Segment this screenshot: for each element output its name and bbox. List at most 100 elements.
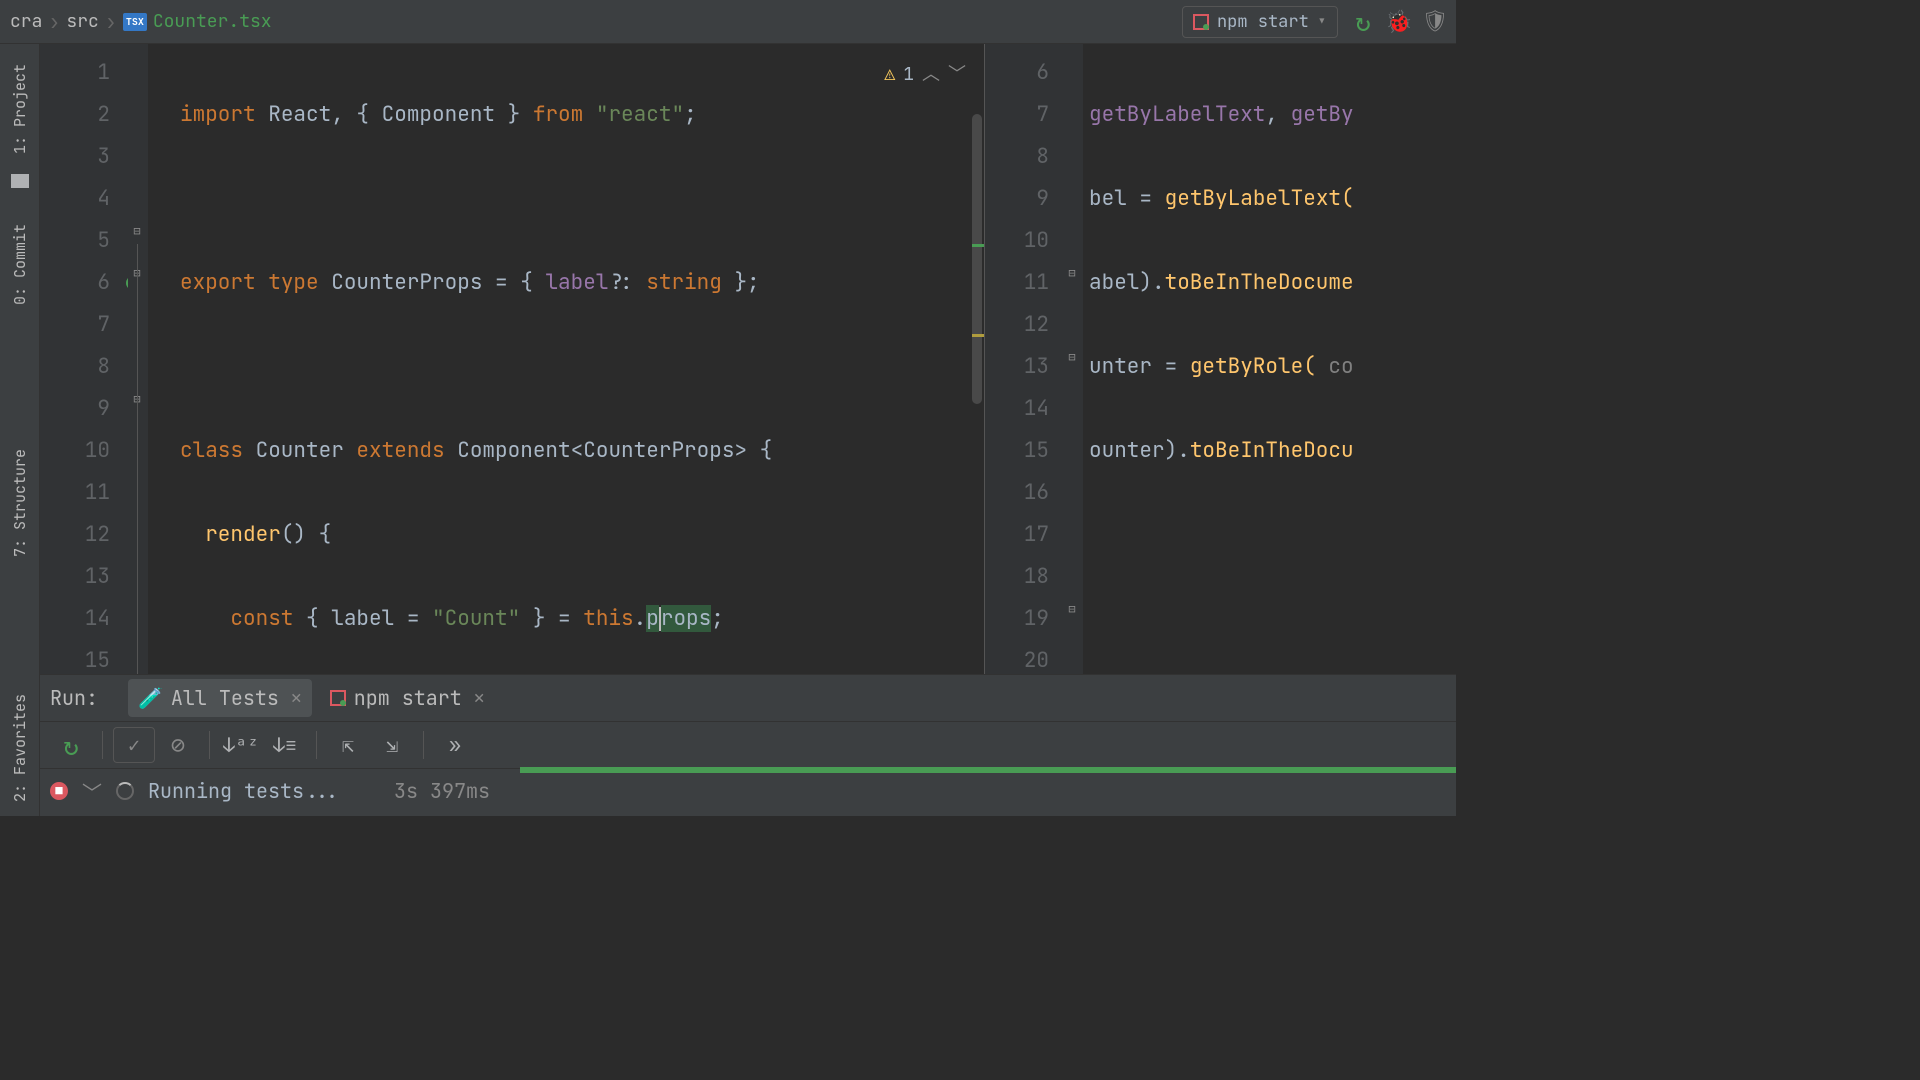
prev-highlight-icon[interactable]: ︿ bbox=[922, 54, 940, 96]
sort-by-duration-button[interactable]: ↓≡ bbox=[264, 727, 306, 763]
line-number[interactable]: 8 bbox=[40, 346, 110, 388]
show-ignored-toggle[interactable]: ⊘ bbox=[157, 727, 199, 763]
stop-button[interactable]: ■ bbox=[50, 782, 68, 800]
test-status-text: Running tests... bbox=[148, 778, 340, 804]
code-line[interactable]: render() { bbox=[180, 514, 984, 556]
chevron-down-icon[interactable]: ﹀ bbox=[82, 777, 102, 806]
fold-toggle-icon[interactable]: ⊟ bbox=[130, 224, 144, 238]
code-line[interactable]: export type CounterProps = { label?: str… bbox=[180, 262, 984, 304]
structure-tab-label: 7: Structure bbox=[10, 449, 30, 557]
line-number-gutter[interactable]: 6 7 8 9 10 11 12 13 14 15 16 17 18 19 20 bbox=[985, 44, 1063, 674]
line-number[interactable]: 11 bbox=[985, 262, 1049, 304]
line-number[interactable]: 3 bbox=[40, 136, 110, 178]
project-tool-tab[interactable]: 1: Project bbox=[10, 54, 30, 164]
warning-count: 1 bbox=[903, 54, 914, 96]
close-icon[interactable]: ✕ bbox=[474, 687, 485, 710]
line-number-gutter[interactable]: 1 2 3 4 5 6↑ 7 8 9 10 11 12 13 14 15 bbox=[40, 44, 128, 674]
code-line[interactable]: bel = getByLabelText( bbox=[1089, 178, 1456, 220]
run-tool-window: Run: 🧪 All Tests ✕ npm start ✕ ↻ ✓ ⊘ ↓ᵃᶻ… bbox=[40, 674, 1456, 816]
code-line[interactable]: class Counter extends Component<CounterP… bbox=[180, 430, 984, 472]
structure-tool-tab[interactable]: 7: Structure bbox=[10, 439, 30, 567]
breadcrumb-folder[interactable]: src bbox=[66, 10, 98, 33]
code-line[interactable] bbox=[180, 178, 984, 220]
breadcrumb-file[interactable]: TSX Counter.tsx bbox=[123, 10, 272, 33]
code-line[interactable]: import React, { Component } from "react"… bbox=[180, 94, 984, 136]
editor-scrollbar[interactable] bbox=[970, 44, 984, 674]
line-number[interactable]: 12 bbox=[40, 514, 110, 556]
code-line[interactable] bbox=[1089, 598, 1456, 640]
scrollbar-thumb[interactable] bbox=[972, 114, 982, 404]
inspection-widget[interactable]: ⚠1 ︿ ﹀ bbox=[884, 54, 966, 96]
line-number[interactable]: 7 bbox=[40, 304, 110, 346]
favorites-tab-label: 2: Favorites bbox=[10, 694, 30, 802]
line-number[interactable]: 5 bbox=[40, 220, 110, 262]
run-status-bar: ■ ﹀ Running tests... 3s 397ms bbox=[40, 769, 1456, 813]
breadcrumb-project[interactable]: cra bbox=[10, 10, 42, 33]
line-number[interactable]: 7 bbox=[985, 94, 1049, 136]
line-number[interactable]: 9 bbox=[985, 178, 1049, 220]
collapse-all-button[interactable]: ⇲ bbox=[371, 727, 413, 763]
line-number[interactable]: 2 bbox=[40, 94, 110, 136]
line-number[interactable]: 17 bbox=[985, 514, 1049, 556]
commit-tool-tab[interactable]: 0: Commit bbox=[10, 214, 30, 315]
code-line[interactable]: getByLabelText, getBy bbox=[1089, 94, 1456, 136]
line-number[interactable]: 6 bbox=[985, 52, 1049, 94]
line-number[interactable]: 10 bbox=[40, 430, 110, 472]
code-line[interactable]: unter = getByRole( co bbox=[1089, 346, 1456, 388]
expand-all-button[interactable]: ⇱ bbox=[327, 727, 369, 763]
separator bbox=[423, 731, 424, 759]
coverage-button[interactable]: 🛡 bbox=[1424, 11, 1446, 33]
fold-toggle-icon[interactable]: ⊟ bbox=[1065, 266, 1079, 280]
line-number[interactable]: 9 bbox=[40, 388, 110, 430]
rerun-button[interactable]: ↻ bbox=[50, 727, 92, 763]
fold-toggle-icon[interactable]: ⊟ bbox=[1065, 350, 1079, 364]
favorites-tool-tab[interactable]: 2: Favorites bbox=[10, 684, 30, 812]
debug-button[interactable]: 🐞 bbox=[1388, 11, 1410, 33]
tsx-file-icon: TSX bbox=[123, 13, 147, 31]
more-actions-button[interactable]: » bbox=[434, 727, 476, 763]
npm-icon bbox=[330, 690, 346, 706]
line-number[interactable]: 18 bbox=[985, 556, 1049, 598]
run-tab-npm-start[interactable]: npm start ✕ bbox=[320, 679, 495, 717]
test-progress-bar bbox=[520, 767, 1456, 773]
line-number[interactable]: 6↑ bbox=[40, 262, 110, 304]
next-highlight-icon[interactable]: ﹀ bbox=[948, 54, 966, 96]
line-number[interactable]: 13 bbox=[985, 346, 1049, 388]
code-editor[interactable]: import React, { Component } from "react"… bbox=[148, 44, 984, 674]
code-line[interactable]: const { label = "Count" } = this.props; bbox=[180, 598, 984, 640]
line-number[interactable]: 19 bbox=[985, 598, 1049, 640]
line-number[interactable]: 14 bbox=[40, 598, 110, 640]
sort-alphabetically-button[interactable]: ↓ᵃᶻ bbox=[220, 727, 262, 763]
close-icon[interactable]: ✕ bbox=[291, 687, 302, 710]
line-number[interactable]: 8 bbox=[985, 136, 1049, 178]
chevron-down-icon: ▾ bbox=[1317, 11, 1327, 33]
rerun-button[interactable]: ↻ bbox=[1352, 11, 1374, 33]
line-number[interactable]: 16 bbox=[985, 472, 1049, 514]
code-editor[interactable]: getByLabelText, getBy bel = getByLabelTe… bbox=[1083, 44, 1456, 674]
editor-pane-main: 1 2 3 4 5 6↑ 7 8 9 10 11 12 13 14 15 ⊟ ⊟… bbox=[40, 44, 984, 674]
run-configuration-selector[interactable]: npm start ▾ bbox=[1182, 6, 1338, 38]
line-number[interactable]: 13 bbox=[40, 556, 110, 598]
code-line[interactable]: ounter).toBeInTheDocu bbox=[1089, 430, 1456, 472]
test-config-icon: 🧪 bbox=[138, 685, 163, 711]
folder-icon[interactable] bbox=[11, 174, 29, 188]
line-number[interactable]: 1 bbox=[40, 52, 110, 94]
fold-toggle-icon[interactable]: ⊟ bbox=[1065, 602, 1079, 616]
code-line[interactable]: abel).toBeInTheDocume bbox=[1089, 262, 1456, 304]
code-line[interactable] bbox=[180, 346, 984, 388]
code-line[interactable] bbox=[1089, 514, 1456, 556]
run-tab-label: npm start bbox=[354, 685, 462, 711]
fold-gutter: ⊟ ⊟ ⊟ bbox=[128, 44, 148, 674]
run-tab-all-tests[interactable]: 🧪 All Tests ✕ bbox=[128, 679, 312, 717]
line-number[interactable]: 11 bbox=[40, 472, 110, 514]
line-number[interactable]: 14 bbox=[985, 388, 1049, 430]
gutter-marker-ok[interactable] bbox=[972, 244, 984, 247]
gutter-marker-warning[interactable] bbox=[972, 334, 984, 337]
line-number[interactable]: 4 bbox=[40, 178, 110, 220]
line-number[interactable]: 12 bbox=[985, 304, 1049, 346]
line-number[interactable]: 15 bbox=[985, 430, 1049, 472]
line-number[interactable]: 10 bbox=[985, 220, 1049, 262]
progress-fill bbox=[520, 767, 1456, 773]
show-passed-toggle[interactable]: ✓ bbox=[113, 727, 155, 763]
warning-icon: ⚠ bbox=[884, 54, 895, 96]
